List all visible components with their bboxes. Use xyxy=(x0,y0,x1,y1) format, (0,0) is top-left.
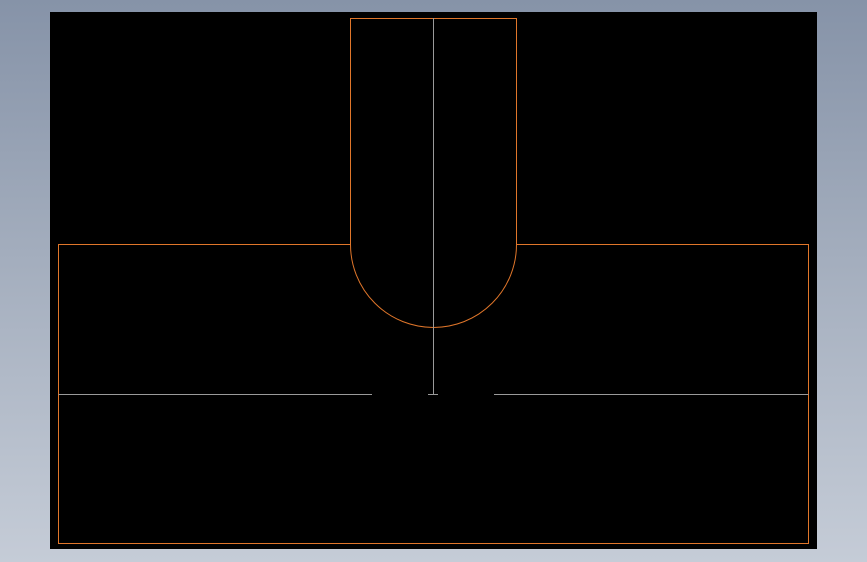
drawing-canvas xyxy=(58,18,809,544)
cad-viewport[interactable] xyxy=(50,12,817,549)
